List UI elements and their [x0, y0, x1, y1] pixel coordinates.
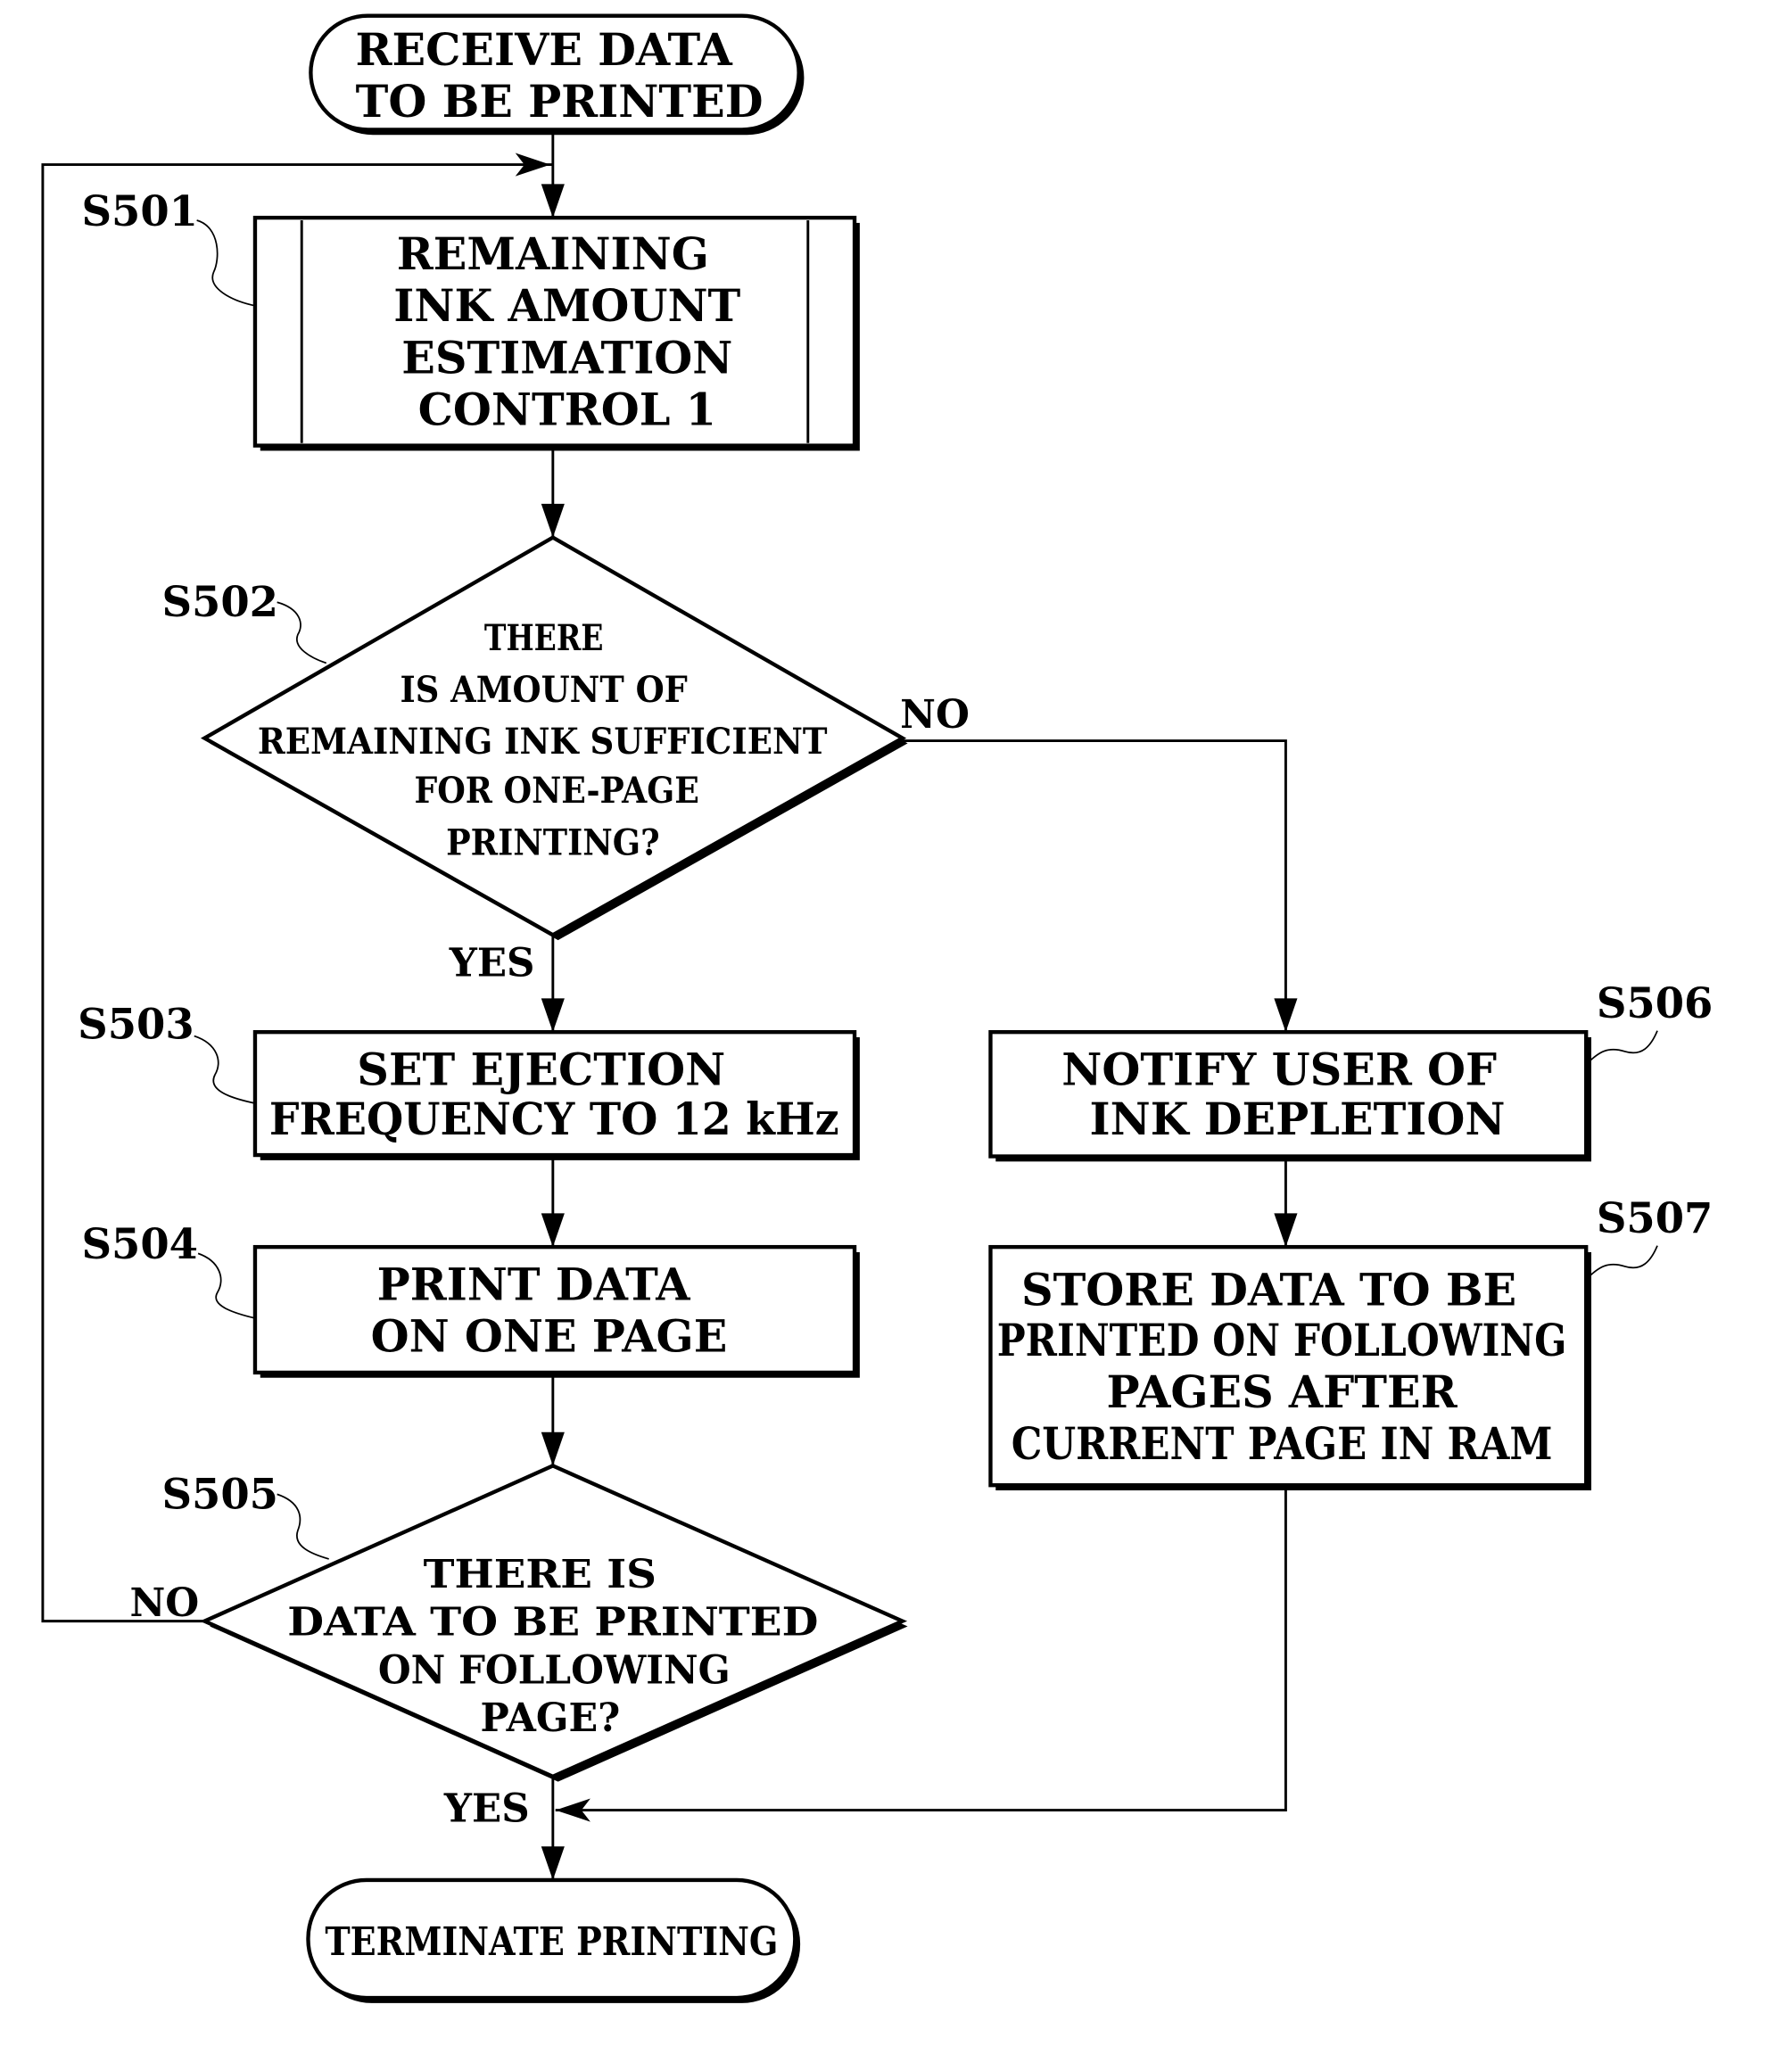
s505-line-2: DATA TO BE PRINTED	[287, 1600, 818, 1646]
s506-leader	[1585, 1030, 1658, 1066]
s505-line-1: THERE IS	[424, 1552, 657, 1597]
arrowhead-s507	[1274, 1213, 1298, 1248]
s507-label: S507	[1597, 1193, 1713, 1242]
step-s503: SET EJECTION FREQUENCY TO 12 kHz S503	[78, 999, 860, 1160]
s502-line-5: PRINTING?	[446, 821, 660, 863]
arrowhead-s505	[541, 1431, 565, 1466]
arrowhead-s501	[541, 184, 565, 219]
s505-line-4: PAGE?	[481, 1695, 621, 1741]
s502-line-1: THERE	[484, 616, 604, 659]
s502-line-3: REMAINING INK SUFFICIENT	[258, 720, 828, 763]
s502-leader	[277, 601, 327, 664]
s507-line-3: PAGES AFTER	[1107, 1366, 1458, 1418]
step-s502: THERE IS AMOUNT OF REMAINING INK SUFFICI…	[162, 535, 970, 986]
s501-line-2: INK AMOUNT	[393, 280, 740, 332]
s501-leader	[196, 219, 256, 307]
step-s504: PRINT DATA ON ONE PAGE S504	[82, 1219, 860, 1378]
step-s505: THERE IS DATA TO BE PRINTED ON FOLLOWING…	[129, 1464, 908, 1832]
s507-line-4: CURRENT PAGE IN RAM	[1012, 1418, 1553, 1470]
s504-leader	[197, 1252, 256, 1319]
s502-yes-label: YES	[449, 941, 535, 986]
arrowhead-s502	[541, 503, 565, 538]
start-line-1: RECEIVE DATA	[355, 24, 732, 76]
s504-line-2: ON ONE PAGE	[371, 1311, 728, 1363]
end-line-1: TERMINATE PRINTING	[325, 1919, 778, 1965]
s502-label: S502	[162, 577, 278, 626]
step-s507: STORE DATA TO BE PRINTED ON FOLLOWING PA…	[988, 1193, 1713, 1491]
start-terminal: RECEIVE DATA TO BE PRINTED	[309, 13, 805, 136]
s502-line-2: IS AMOUNT OF	[401, 668, 688, 711]
s502-line-4: FOR ONE-PAGE	[415, 769, 699, 812]
arrowhead-s504	[541, 1213, 565, 1248]
start-line-2: TO BE PRINTED	[356, 76, 764, 128]
s505-label: S505	[162, 1469, 278, 1518]
connector-s502-s506	[902, 739, 1287, 1033]
s506-label: S506	[1597, 978, 1713, 1027]
step-s501: REMAINING INK AMOUNT ESTIMATION CONTROL …	[82, 186, 860, 451]
s505-yes-label: YES	[443, 1786, 530, 1832]
s501-line-1: REMAINING	[397, 228, 709, 280]
end-terminal: TERMINATE PRINTING	[306, 1877, 801, 2003]
s501-line-4: CONTROL 1	[418, 384, 716, 435]
s505-leader	[277, 1493, 329, 1560]
s501-line-3: ESTIMATION	[401, 332, 732, 384]
flowchart: RECEIVE DATA TO BE PRINTED REMAINING INK…	[41, 13, 1713, 2003]
s507-line-2: PRINTED ON FOLLOWING	[997, 1315, 1567, 1366]
s502-no-label: NO	[900, 692, 970, 738]
s505-no-label: NO	[129, 1580, 199, 1626]
s503-line-2: FREQUENCY TO 12 kHz	[269, 1093, 839, 1145]
arrowhead-s503	[541, 998, 565, 1033]
arrowhead-s506	[1274, 998, 1298, 1033]
s507-line-1: STORE DATA TO BE	[1021, 1264, 1516, 1316]
s504-line-1: PRINT DATA	[377, 1259, 691, 1311]
s505-line-3: ON FOLLOWING	[378, 1647, 731, 1693]
s507-leader	[1585, 1245, 1658, 1281]
s503-line-1: SET EJECTION	[357, 1044, 725, 1096]
s503-leader	[194, 1035, 256, 1104]
arrowhead-end	[541, 1846, 565, 1880]
s506-line-2: INK DEPLETION	[1090, 1093, 1506, 1145]
s501-label: S501	[82, 186, 198, 235]
s504-label: S504	[82, 1219, 198, 1268]
s503-label: S503	[78, 999, 194, 1048]
step-s506: NOTIFY USER OF INK DEPLETION S506	[988, 978, 1713, 1162]
s506-line-1: NOTIFY USER OF	[1061, 1044, 1497, 1096]
